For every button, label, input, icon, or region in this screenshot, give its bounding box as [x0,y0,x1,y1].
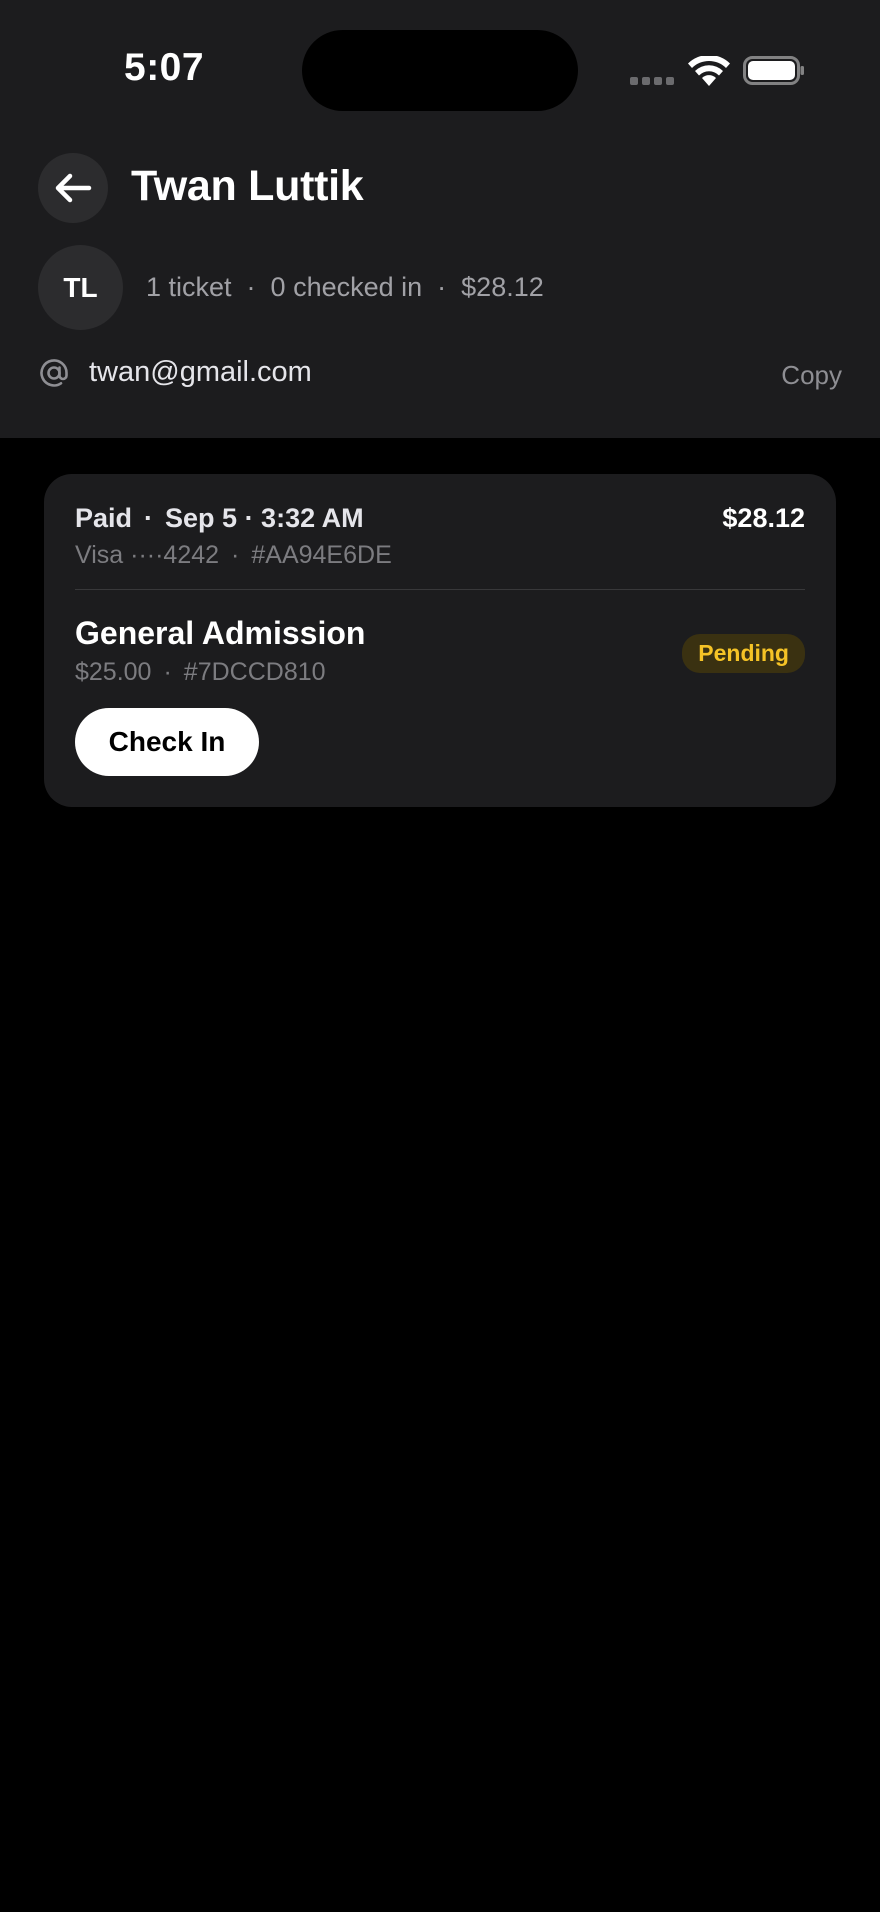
email-address: twan@gmail.com [89,356,312,388]
status-time: 5:07 [124,46,205,89]
avatar: TL [38,245,123,330]
order-card: Paid · Sep 5 · 3:32 AM $28.12 Visa ····4… [44,474,836,807]
ticket-id: #7DCCD810 [183,658,326,686]
ticket-price: $25.00 [75,658,152,686]
ticket-count: 1 ticket [146,272,232,302]
order-amount: $28.12 [722,503,805,533]
attendee-summary: 1 ticket · 0 checked in · $28.12 [146,272,544,303]
checked-in-count: 0 checked in [270,272,423,302]
divider [75,589,805,590]
page-title: Twan Luttik [131,162,364,210]
battery-icon [743,56,804,85]
separator: · [231,541,240,569]
separator: · [144,503,154,533]
check-in-button[interactable]: Check In [75,708,259,776]
separator: · [246,272,256,302]
dynamic-island [302,30,578,111]
status-badge: Pending [682,634,805,673]
at-icon [40,359,68,387]
profile-header: 5:07 Twan Luttik TL 1 ticket · 0 checked… [0,0,880,438]
order-id: #AA94E6DE [251,541,392,569]
card-info: Visa ····4242 [75,541,220,569]
separator: · [163,658,172,686]
arrow-left-icon [55,173,92,203]
order-date: Sep 5 · 3:32 AM [165,503,364,533]
payment-status: Paid [75,503,133,533]
ticket-name: General Admission [75,615,366,651]
separator: · [437,272,447,302]
ticket-details: $25.00 · #7DCCD810 [75,658,326,687]
payment-details: Visa ····4242 · #AA94E6DE [75,541,392,570]
payment-summary: Paid · Sep 5 · 3:32 AM [75,503,364,534]
cellular-signal-icon [630,77,674,87]
copy-email-button[interactable]: Copy [781,360,842,391]
wifi-icon [688,56,730,86]
back-button[interactable] [38,153,108,223]
total-amount: $28.12 [461,272,544,302]
